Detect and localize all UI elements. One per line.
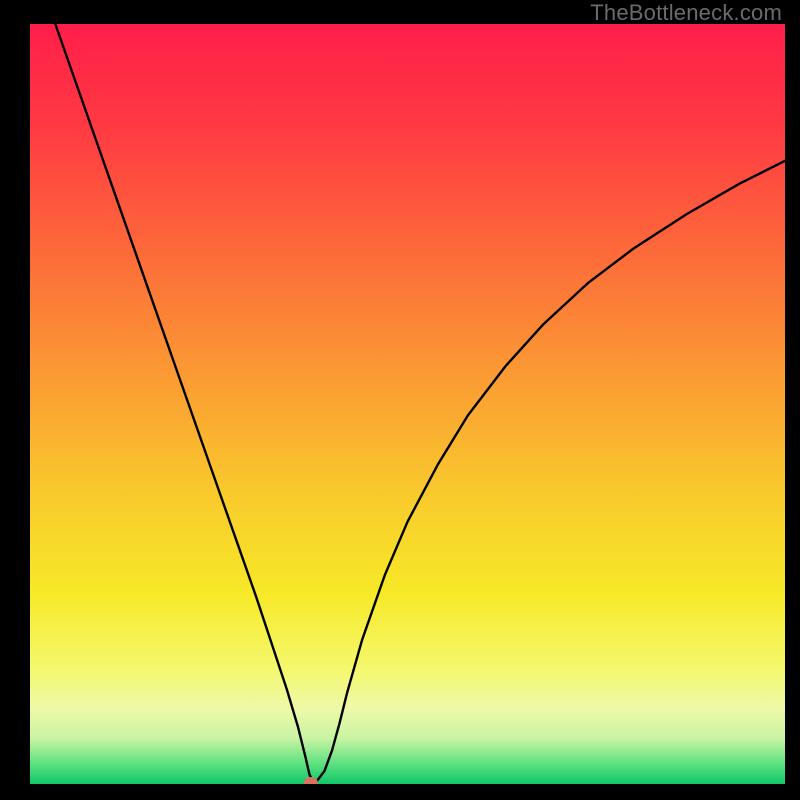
plot-area [30, 24, 785, 784]
watermark-text: TheBottleneck.com [590, 0, 782, 26]
bottleneck-chart [30, 24, 785, 784]
chart-stage: TheBottleneck.com [0, 0, 800, 800]
gradient-background [30, 24, 785, 784]
